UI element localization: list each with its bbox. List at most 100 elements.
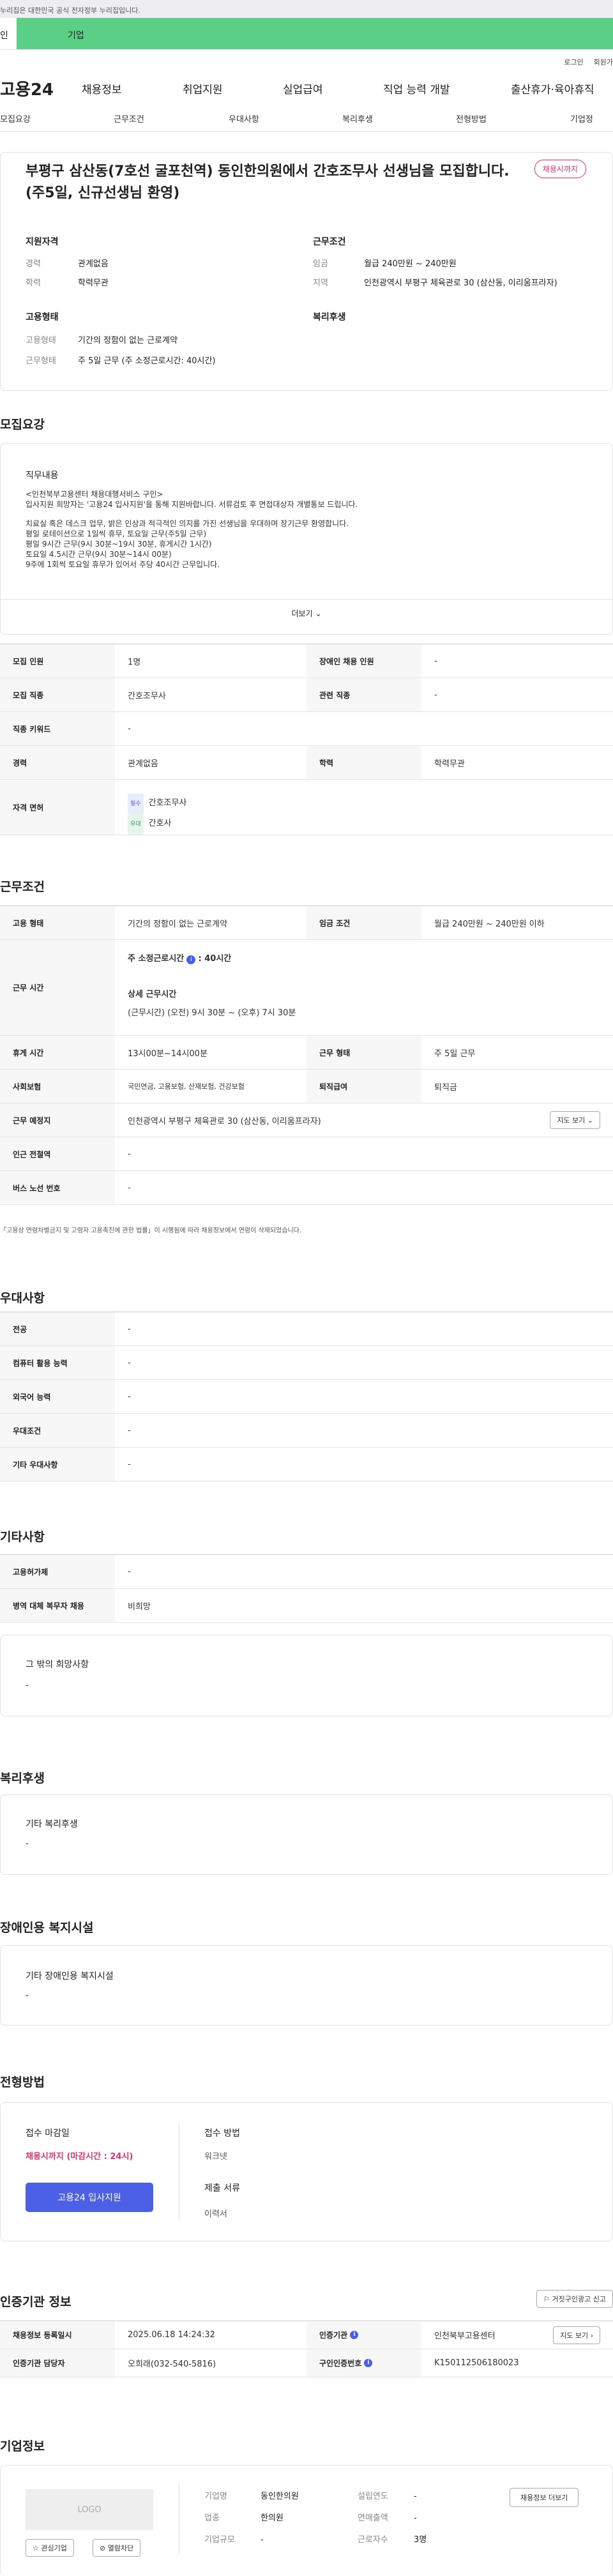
gnb-unemployment-benefit[interactable]: 실업급여 xyxy=(283,80,323,96)
tab-company[interactable]: 기업정 xyxy=(570,112,593,125)
table-row: 인근 전철역 - xyxy=(0,1137,613,1171)
recruit-title: 모집요강 xyxy=(0,418,45,432)
career-label: 경력 xyxy=(26,259,41,269)
tab-selection[interactable]: 전형방법 xyxy=(456,112,487,125)
apply-button[interactable]: 고용24 입사지원 xyxy=(26,2183,153,2212)
favorite-company-button[interactable]: ☆ 관심기업 xyxy=(26,2539,74,2557)
pref-title: 우대사항 xyxy=(0,1291,45,1305)
emp-heading: 고용형태 xyxy=(26,312,59,322)
required-tag: 필수 xyxy=(128,794,144,814)
table-row: 외국어 능력 - xyxy=(0,1380,613,1414)
welfare-value: - xyxy=(26,1839,29,1849)
tab-work[interactable]: 근무조건 xyxy=(114,112,144,125)
info-icon[interactable]: i xyxy=(186,955,196,964)
map-button[interactable]: 지도 보기 ⌄ xyxy=(550,1111,600,1129)
edu-label: 학력 xyxy=(26,278,41,288)
gnb-training[interactable]: 직업 능력 개발 xyxy=(383,80,450,96)
area-label: 지역 xyxy=(313,278,328,288)
table-row: 기타 우대사항 - xyxy=(0,1448,613,1481)
duty-heading: 직무내용 xyxy=(26,471,59,481)
selection-title: 전형방법 xyxy=(0,2075,45,2089)
cert-title: 인증기관 정보 xyxy=(0,2295,72,2309)
other-wish-value: - xyxy=(26,1681,29,1690)
block-icon: ⊘ xyxy=(100,2544,106,2552)
cert-map-button[interactable]: 지도 보기 › xyxy=(553,2326,600,2344)
chevron-down-icon: ⌄ xyxy=(315,609,322,618)
star-icon: ☆ xyxy=(33,2544,39,2552)
duty-text: <인천북부고용센터 채용대행서비스 구인> 입사지원 희망자는 '고용24 입사… xyxy=(26,489,358,570)
age-notice: 「고용상 연령차별금지 및 고령자 고용촉진에 관한 법률」이 시행됨에 따라 … xyxy=(0,1227,302,1234)
duty-line: 평일 9시간 근무(9시 30분~19시 30분, 휴게시간 1시간) xyxy=(26,540,212,549)
etype-value: 기간의 정함이 없는 근로계약 xyxy=(78,336,178,345)
gov-banner: 누리집은 대한민국 공식 전자정부 누리집입니다. xyxy=(0,0,613,18)
work-title: 근무조건 xyxy=(0,880,45,894)
other-wish-card xyxy=(0,1635,613,1716)
utility-menu: 로그인 회원가 xyxy=(0,50,613,66)
disab-value: - xyxy=(26,1991,29,2001)
table-row: 전공 - xyxy=(0,1312,613,1346)
gnb-parental-leave[interactable]: 출산휴가·육아휴직 xyxy=(511,80,594,96)
duty-line: 9주에 1회씩 토요일 휴무가 있어서 주당 40시간 근무입니다. xyxy=(26,560,220,569)
global-nav: 고용24 채용정보 취업지원 실업급여 직업 능력 개발 출산휴가·육아휴직 xyxy=(0,65,613,103)
info-icon[interactable]: i xyxy=(364,2359,373,2367)
table-row: 인증기관 담당자 오희래(032-540-5816) 구인인증번호 i K150112… xyxy=(0,2349,613,2377)
qual-heading: 지원자격 xyxy=(26,237,59,247)
deadline-badge: 채용시까지 xyxy=(534,160,586,178)
report-button[interactable]: ⚐ 거짓구인광고 신고 xyxy=(536,2290,613,2308)
method-heading: 접수 방법 xyxy=(204,2128,240,2139)
table-row: 고용 형태 기간의 정함이 없는 근로계약 임금 조건 월급 240만원 ~ 240만… xyxy=(0,906,613,940)
pref-table: 전공 - 컴퓨터 활용 능력 - 외국어 능력 - 우대조건 - 기타 우대사항 - xyxy=(0,1312,613,1481)
table-row: 채용정보 등록일시 2025.06.18 14:24:32 인증기관 i 인천북부고용… xyxy=(0,2321,613,2349)
tab-individual[interactable]: 인 xyxy=(0,18,17,49)
method-value: 워크넷 xyxy=(204,2152,227,2162)
docs-value: 이력서 xyxy=(204,2209,227,2219)
tab-welfare[interactable]: 복리후생 xyxy=(342,112,373,125)
gnb-jobs[interactable]: 채용정보 xyxy=(82,80,122,96)
deadline-heading: 접수 마감일 xyxy=(26,2128,70,2139)
disab-heading: 기타 장애인용 복지시설 xyxy=(26,1971,114,1981)
table-row: 병역 대체 복무자 채용 비희망 xyxy=(0,1589,613,1623)
tab-preference[interactable]: 우대사항 xyxy=(229,112,259,125)
tab-recruit[interactable]: 모집요강 xyxy=(0,112,31,125)
company-jobs-button[interactable]: 채용정보 더보기 xyxy=(510,2488,579,2507)
user-type-bar: 인 기업 xyxy=(0,18,613,50)
area-value: 인천광역시 부평구 체육관로 30 (삼산동, 이리움프라자) xyxy=(364,278,557,288)
gnb-employment-support[interactable]: 취업지원 xyxy=(183,80,223,96)
welfare-title: 복리후생 xyxy=(0,1771,45,1785)
docs-heading: 제출 서류 xyxy=(204,2183,240,2193)
more-button[interactable]: 더보기 ⌄ xyxy=(0,608,613,619)
cond-heading: 근무조건 xyxy=(313,237,346,247)
company-title: 기업정보 xyxy=(0,2439,45,2453)
site-logo[interactable]: 고용24 xyxy=(0,77,54,100)
disab-title: 장애인용 복지시설 xyxy=(0,1921,94,1935)
preferred-tag: 우대 xyxy=(128,814,144,835)
table-row: 모집 인원 1명 장애인 채용 인원 - xyxy=(0,644,613,678)
welfare-card xyxy=(0,1794,613,1875)
career-value: 관계없음 xyxy=(78,259,109,269)
selection-card xyxy=(0,2102,613,2241)
table-row: 경력 관계없음 학력 학력무관 xyxy=(0,746,613,780)
tab-company[interactable]: 기업 xyxy=(17,18,613,49)
info-icon[interactable]: i xyxy=(350,2331,359,2339)
recruit-table: 모집 인원 1명 장애인 채용 인원 - 모집 직종 간호조무사 관련 직종 - 직종 키워… xyxy=(0,644,613,835)
table-row: 컴퓨터 활용 능력 - xyxy=(0,1346,613,1380)
deadline-value: 채용시까지 (마감시간 : 24시) xyxy=(26,2152,133,2162)
table-row: 모집 직종 간호조무사 관련 직종 - xyxy=(0,678,613,712)
company-logo: LOGO xyxy=(26,2489,153,2530)
table-row: 사회보험 국민연금, 고용보험, 산재보험, 건강보험 퇴직급여 퇴직금 xyxy=(0,1070,613,1103)
wage-value: 월급 240만원 ~ 240만원 xyxy=(364,259,457,269)
disab-card xyxy=(0,1945,613,2026)
table-row: 직종 키워드 - xyxy=(0,712,613,746)
table-row: 고용허가제 - xyxy=(0,1555,613,1589)
duty-line: <인천북부고용센터 채용대행서비스 구인> xyxy=(26,490,163,499)
block-button[interactable]: ⊘ 열람차단 xyxy=(93,2539,141,2557)
etc-title: 기타사항 xyxy=(0,1530,45,1544)
wtype-value: 주 5일 근무 (주 소정근로시간: 40시간) xyxy=(78,356,216,366)
etype-label: 고용형태 xyxy=(26,336,56,345)
job-title: 부평구 삼산동(7호선 굴포천역) 동인한의원에서 간호조무사 선생님을 모집합… xyxy=(26,163,510,201)
duty-line: 토요일 4.5시간 근무(9시 30분~14시 00분) xyxy=(26,550,172,559)
etc-table: 고용허가제 - 병역 대체 복무자 채용 비희망 xyxy=(0,1554,613,1623)
welfare-heading: 복리후생 xyxy=(313,312,346,322)
table-row: 버스 노선 번호 - xyxy=(0,1171,613,1205)
table-row: 근무 예정지 인천광역시 부평구 체육관로 30 (삼산동, 이리움프라자) 지도 … xyxy=(0,1103,613,1137)
